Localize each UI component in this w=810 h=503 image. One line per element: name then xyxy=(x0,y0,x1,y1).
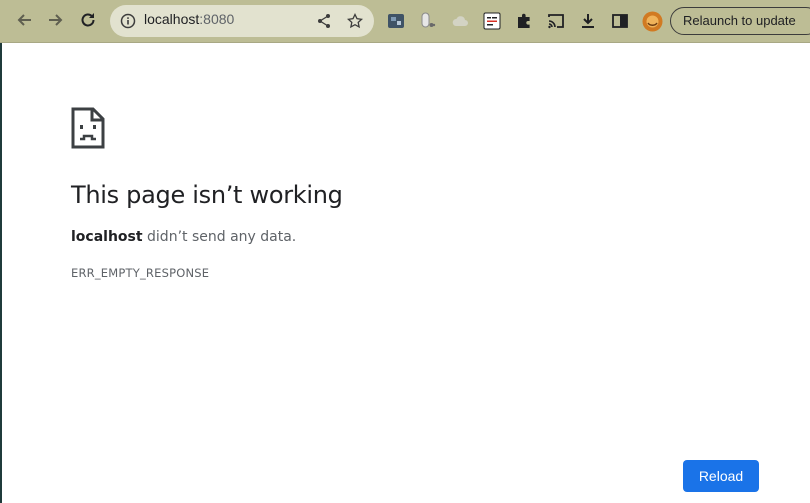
address-bar[interactable]: localhost:8080 xyxy=(110,5,374,37)
forward-button[interactable] xyxy=(45,9,67,31)
download-icon[interactable] xyxy=(579,12,597,30)
refresh-icon xyxy=(81,13,95,27)
relaunch-to-update-button[interactable]: Relaunch to update xyxy=(670,7,810,35)
side-panel-icon[interactable] xyxy=(611,12,629,30)
info-icon[interactable] xyxy=(120,13,136,29)
extensions-puzzle-icon[interactable] xyxy=(515,12,533,30)
extension-dark-icon[interactable] xyxy=(387,12,405,30)
share-icon[interactable] xyxy=(316,13,332,29)
tab-list-icon[interactable] xyxy=(483,12,501,30)
error-message: didn’t send any data. xyxy=(142,229,297,245)
back-button[interactable] xyxy=(13,9,35,31)
sad-page-icon xyxy=(71,107,105,149)
bookmark-star-icon[interactable] xyxy=(347,13,363,29)
forward-arrow-icon xyxy=(49,14,63,26)
cast-icon[interactable] xyxy=(547,12,565,30)
cloud-icon[interactable] xyxy=(451,12,469,30)
url-port: :8080 xyxy=(199,11,235,27)
error-host: localhost xyxy=(71,229,143,245)
extension-figure-icon[interactable] xyxy=(418,12,436,30)
browser-toolbar: localhost:8080 Relaunch to update xyxy=(0,0,810,43)
reload-toolbar-button[interactable] xyxy=(77,9,99,31)
reload-button[interactable]: Reload xyxy=(683,460,759,492)
back-arrow-icon xyxy=(17,14,31,26)
error-code: ERR_EMPTY_RESPONSE xyxy=(71,266,210,280)
profile-avatar-icon[interactable] xyxy=(642,11,663,32)
error-description: localhost didn’t send any data. xyxy=(71,229,296,245)
url-text[interactable]: localhost:8080 xyxy=(144,11,234,27)
url-host: localhost xyxy=(144,11,200,27)
window-edge xyxy=(0,43,2,503)
error-title: This page isn’t working xyxy=(71,181,343,209)
